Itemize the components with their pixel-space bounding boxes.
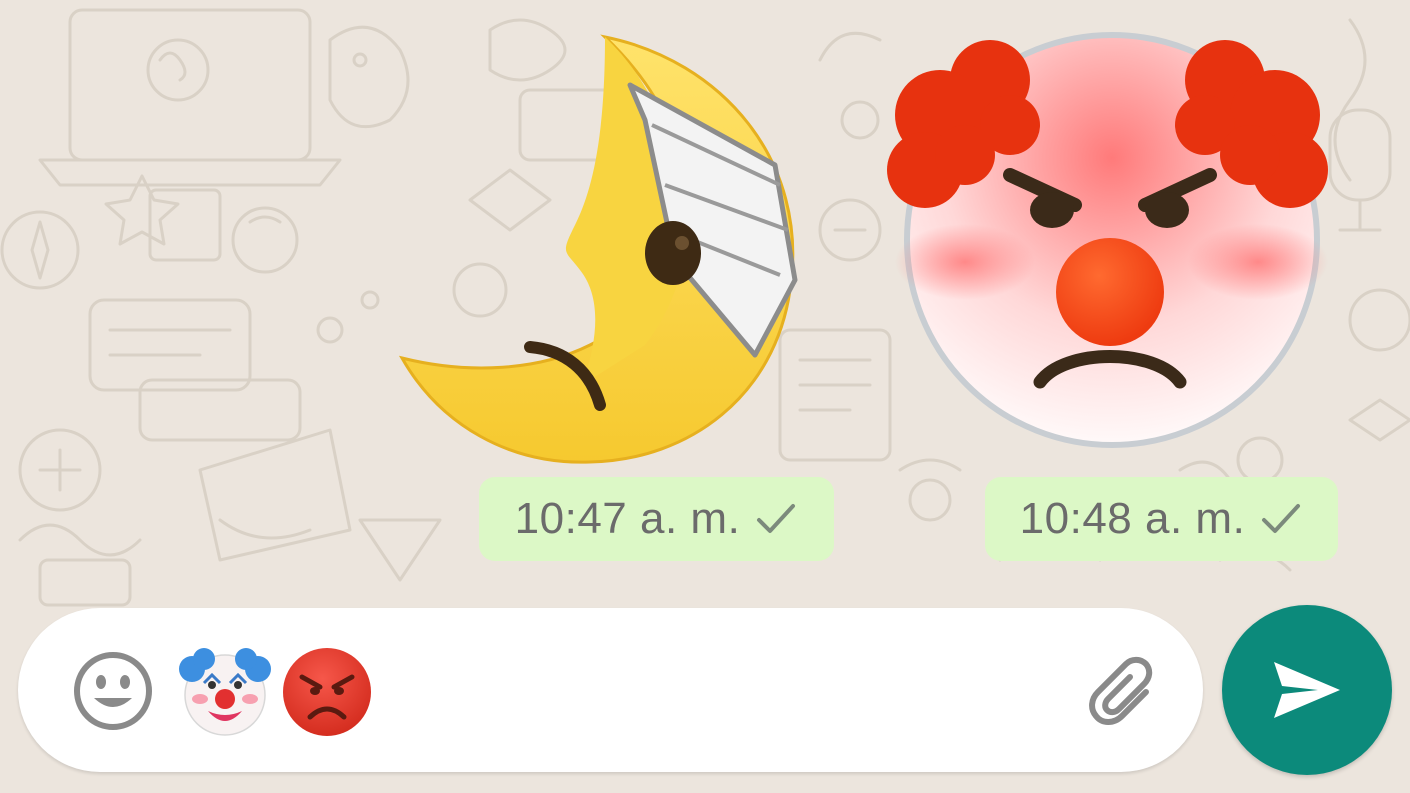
message-timestamp-bubble: 10:48 a. m. xyxy=(985,477,1338,561)
sent-check-icon xyxy=(757,504,796,533)
angry-face-emoji xyxy=(283,648,371,736)
sticker-bandaged-moon[interactable] xyxy=(390,25,820,470)
send-button[interactable] xyxy=(1222,605,1392,775)
message-time: 10:48 a. m. xyxy=(1019,494,1246,543)
message-input[interactable] xyxy=(178,644,374,740)
message-time: 10:47 a. m. xyxy=(514,494,741,543)
message-timestamp-bubble: 10:47 a. m. xyxy=(479,477,834,561)
message-composer[interactable] xyxy=(18,608,1203,772)
sent-check-icon xyxy=(1262,504,1301,533)
sticker-angry-clown[interactable] xyxy=(880,30,1340,450)
send-arrow-icon xyxy=(1274,662,1340,718)
smiley-icon[interactable] xyxy=(72,650,154,732)
paperclip-icon[interactable] xyxy=(1084,652,1168,736)
clown-face-emoji xyxy=(179,648,271,736)
